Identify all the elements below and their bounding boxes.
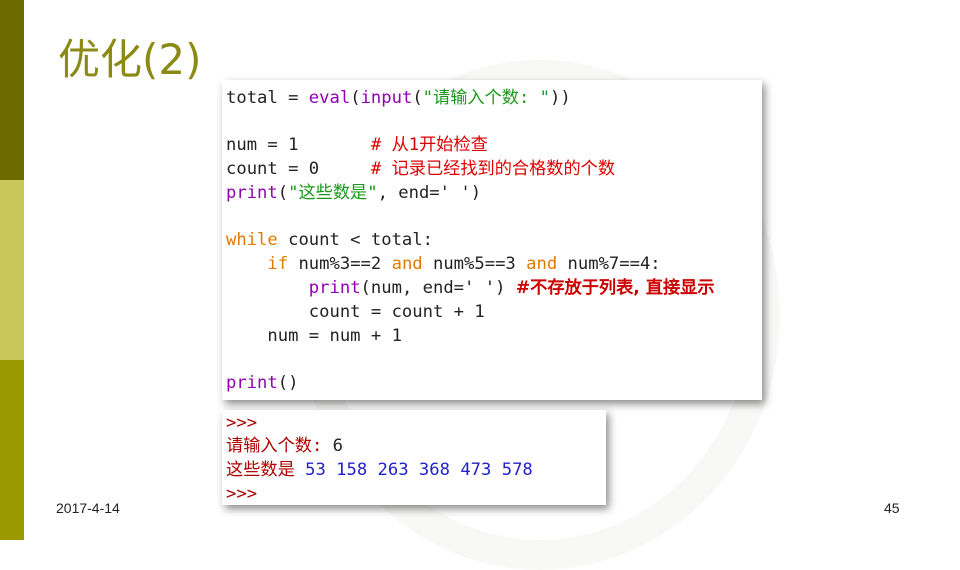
output-input-label: 请输入个数: [226, 436, 333, 456]
code-builtin: input [360, 88, 413, 108]
code-string: "这些数是" [288, 183, 378, 203]
code-builtin: eval [308, 88, 351, 108]
output-panel: >>> 请输入个数: 6 这些数是 53 158 263 368 473 578… [222, 410, 606, 505]
code-comment: # 记录已经找到的合格数的个数 [370, 159, 616, 179]
slide-title: 优化(2) [58, 35, 202, 84]
code-token: ( [277, 183, 289, 203]
code-token: count < total: [277, 230, 433, 250]
side-bar-middle [0, 180, 24, 360]
code-line: while count < total: [226, 228, 433, 252]
code-line: count = 0 # 记录已经找到的合格数的个数 [226, 157, 615, 181]
code-line: print("这些数是", end=' ') [226, 181, 481, 205]
shell-prompt: >>> [226, 413, 258, 433]
code-token: ( [350, 88, 361, 108]
output-line: 请输入个数: 6 [226, 434, 343, 458]
slide-page-number: 45 [884, 500, 900, 516]
code-line: count = count + 1 [226, 300, 485, 324]
code-builtin: print [308, 278, 361, 298]
side-bar-top [0, 0, 24, 180]
code-line: print(num, end=' ') #不存放于列表, 直接显示 [226, 276, 715, 300]
code-line: if num%3==2 and num%5==3 and num%7==4: [226, 252, 661, 276]
code-token: count = 0 [226, 159, 371, 179]
code-token: num%3==2 [288, 254, 392, 274]
output-result-label: 这些数是 [226, 460, 306, 480]
code-token: total = [226, 88, 309, 108]
code-token: num = num + 1 [226, 326, 402, 346]
code-token: num%5==3 [422, 254, 527, 274]
code-keyword: if [267, 254, 289, 274]
code-keyword: and [391, 254, 423, 274]
code-token: , end=' ') [377, 183, 482, 203]
shell-prompt: >>> [226, 484, 258, 504]
code-keyword: while [226, 230, 278, 250]
side-bar-bottom [0, 360, 24, 540]
code-panel: total = eval(input("请输入个数: ")) num = 1 #… [222, 80, 762, 400]
code-line: print() [226, 371, 298, 395]
code-comment: #不存放于列表, 直接显示 [515, 278, 715, 298]
code-keyword: and [526, 254, 558, 274]
code-token: num%7==4: [557, 254, 661, 274]
code-builtin: print [226, 373, 278, 393]
code-token: count = count + 1 [226, 302, 485, 322]
code-builtin: print [226, 183, 278, 203]
output-input-value: 6 [332, 436, 343, 456]
code-line: total = eval(input("请输入个数: ")) [226, 86, 571, 110]
code-string: "请输入个数: " [422, 88, 551, 108]
slide-date: 2017-4-14 [56, 500, 120, 516]
code-token: num = 1 [226, 135, 371, 155]
output-result-values: 53 158 263 368 473 578 [305, 460, 533, 480]
code-token: )) [550, 88, 571, 108]
code-token: (num, end=' ') [360, 278, 516, 298]
output-line: 这些数是 53 158 263 368 473 578 [226, 458, 533, 482]
code-line: num = 1 # 从1开始检查 [226, 133, 488, 157]
code-comment: # 从1开始检查 [370, 135, 488, 155]
code-token: () [277, 373, 299, 393]
code-token: ( [412, 88, 423, 108]
code-line: num = num + 1 [226, 324, 402, 348]
